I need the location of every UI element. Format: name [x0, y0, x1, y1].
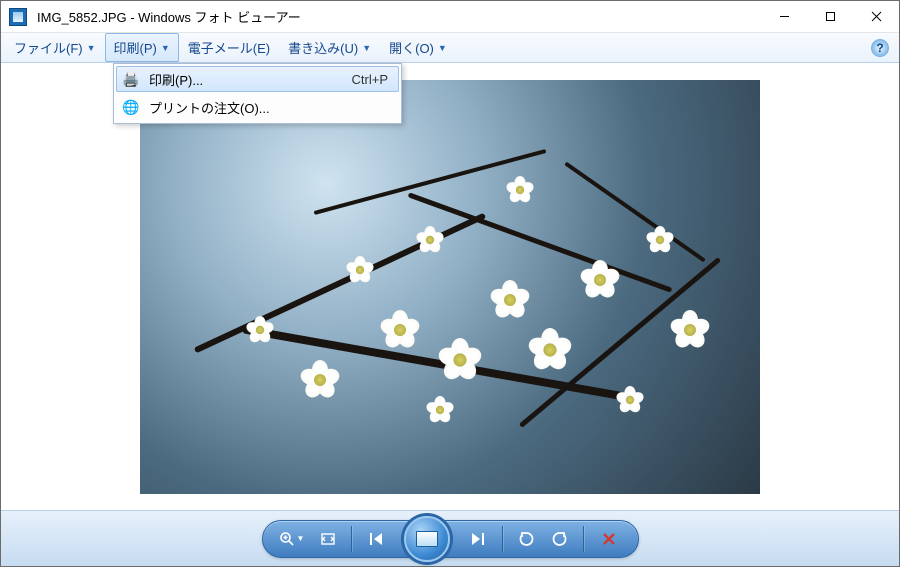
window-title: IMG_5852.JPG - Windows フォト ビューアー — [33, 7, 305, 26]
globe-icon: 🌐 — [117, 99, 145, 116]
titlebar[interactable]: IMG_5852.JPG - Windows フォト ビューアー — [1, 1, 899, 33]
menubar: ファイル(F)▼ 印刷(P)▼ 電子メール(E) 書き込み(U)▼ 開く(O)▼… — [1, 33, 899, 63]
dropdown-print[interactable]: 🖨️ 印刷(P)... Ctrl+P — [116, 66, 399, 92]
rotate-cw-button[interactable] — [545, 524, 575, 554]
minimize-button[interactable] — [761, 2, 807, 32]
app-icon — [9, 8, 27, 26]
menu-file[interactable]: ファイル(F)▼ — [5, 33, 105, 62]
image-viewport — [1, 63, 899, 510]
bottom-toolbar: ▼ — [1, 510, 899, 566]
delete-button[interactable] — [592, 524, 626, 554]
close-button[interactable] — [853, 2, 899, 32]
menu-print[interactable]: 印刷(P)▼ — [105, 33, 179, 62]
print-dropdown: 🖨️ 印刷(P)... Ctrl+P 🌐 プリントの注文(O)... — [113, 63, 402, 124]
rotate-ccw-button[interactable] — [511, 524, 541, 554]
dropdown-order-prints[interactable]: 🌐 プリントの注文(O)... — [117, 94, 398, 120]
menu-write[interactable]: 書き込み(U)▼ — [279, 33, 380, 62]
chevron-down-icon: ▼ — [87, 43, 96, 53]
toolbar-inner: ▼ — [262, 520, 639, 558]
chevron-down-icon: ▼ — [161, 43, 170, 53]
app-window: IMG_5852.JPG - Windows フォト ビューアー ファイル(F)… — [0, 0, 900, 567]
dropdown-print-label: 印刷(P)... — [145, 70, 352, 89]
maximize-button[interactable] — [807, 2, 853, 32]
chevron-down-icon: ▼ — [438, 43, 447, 53]
menu-open[interactable]: 開く(O)▼ — [380, 33, 456, 62]
printer-icon: 🖨️ — [117, 71, 145, 88]
zoom-button[interactable]: ▼ — [275, 524, 309, 554]
chevron-down-icon: ▼ — [297, 534, 305, 543]
chevron-down-icon: ▼ — [362, 43, 371, 53]
slideshow-button[interactable] — [404, 516, 450, 562]
dropdown-order-label: プリントの注文(O)... — [145, 98, 398, 117]
next-button[interactable] — [460, 524, 494, 554]
help-button[interactable]: ? — [871, 39, 889, 57]
menu-email[interactable]: 電子メール(E) — [179, 33, 279, 62]
fit-button[interactable] — [313, 524, 343, 554]
dropdown-print-shortcut: Ctrl+P — [352, 72, 398, 87]
photo — [140, 80, 760, 494]
slideshow-icon — [416, 531, 438, 547]
previous-button[interactable] — [360, 524, 394, 554]
